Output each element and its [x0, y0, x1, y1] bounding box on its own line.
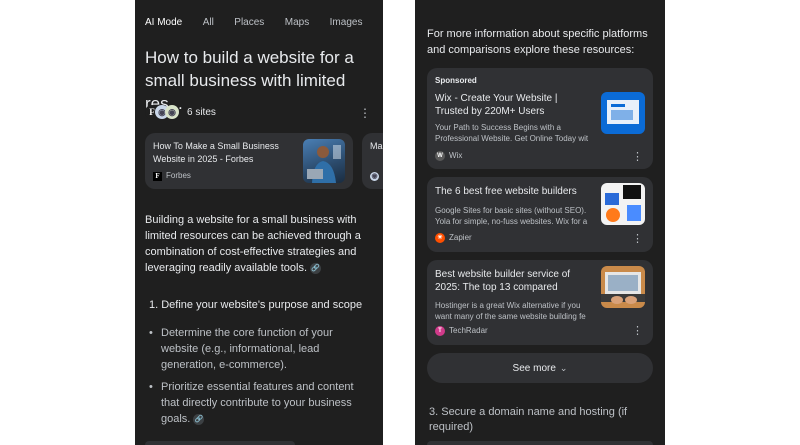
kebab-icon[interactable]: ⋮ — [632, 324, 643, 337]
source-name: Zapier — [449, 233, 472, 243]
right-phone-screen: ▬ ▬▬▬ ▬▬▬▬ For more information about sp… — [415, 0, 665, 445]
wix-thumbnail — [601, 92, 645, 134]
builder-logos-image — [605, 185, 641, 222]
scrolled-content-fragment: ▬ ▬▬▬ ▬▬▬▬ — [427, 0, 547, 2]
sponsored-label: Sponsored — [435, 76, 477, 85]
person-laptop-image — [307, 145, 341, 183]
link-icon[interactable]: 🔗 — [310, 262, 322, 274]
step-heading: 3. Secure a domain name and hosting (if … — [429, 406, 628, 433]
search-tabs: AI Mode All Places Maps Images Pe — [145, 12, 383, 30]
kebab-icon[interactable]: ⋮ — [359, 107, 371, 119]
result-source: T TechRadar — [435, 326, 488, 336]
bullet-item: Determine the core function of your webs… — [149, 325, 369, 373]
tab-all[interactable]: All — [203, 17, 214, 28]
source-card-source: F Forbes — [153, 171, 191, 181]
result-title[interactable]: The 6 best free website builders — [435, 185, 593, 198]
forbes-logo-icon: F — [153, 172, 162, 181]
site-favicon-icon: ◉ — [165, 105, 179, 119]
bullet-text: Prioritize essential features and conten… — [161, 381, 354, 425]
left-phone-screen: AI Mode All Places Maps Images Pe How to… — [135, 0, 383, 445]
zapier-logo-icon: ✳ — [435, 233, 445, 243]
wix-logo-icon: W — [435, 151, 445, 161]
result-source: W Wix — [435, 151, 462, 161]
source-name: Forbes — [166, 171, 191, 180]
source-card-next[interactable]: Ma for ◉ — [362, 133, 383, 189]
techradar-thumbnail — [601, 266, 645, 308]
kebab-icon[interactable]: ⋮ — [632, 232, 643, 245]
step-heading: 1. Define your website's purpose and sco… — [149, 299, 363, 311]
answer-text: Building a website for a small business … — [145, 214, 361, 274]
wix-editor-image — [607, 100, 639, 124]
next-card-edge — [427, 441, 653, 445]
source-card-title: Ma for — [370, 141, 383, 151]
tab-places[interactable]: Places — [234, 17, 264, 28]
tab-maps[interactable]: Maps — [285, 17, 309, 28]
next-card-edge — [145, 441, 295, 445]
see-more-button[interactable]: See more ⌄ — [427, 353, 653, 383]
source-card-thumbnail — [303, 139, 345, 183]
techradar-logo-icon: T — [435, 326, 445, 336]
source-card-title: How To Make a Small Business Website in … — [153, 141, 279, 164]
kebab-icon[interactable]: ⋮ — [632, 150, 643, 163]
resources-intro: For more information about specific plat… — [427, 28, 648, 56]
source-name: Wix — [449, 151, 463, 161]
answer-paragraph: Building a website for a small business … — [145, 212, 371, 276]
result-source: ✳ Zapier — [435, 233, 472, 243]
result-card-wix[interactable]: Sponsored Wix - Create Your Website | Tr… — [427, 68, 653, 169]
source-card-forbes[interactable]: How To Make a Small Business Website in … — [145, 133, 353, 189]
site-favicons: F ◉ ◉ — [145, 105, 183, 121]
chevron-down-icon: ⌄ — [559, 363, 568, 373]
bullet-item: Prioritize essential features and conten… — [149, 379, 369, 427]
source-name: TechRadar — [449, 326, 488, 336]
result-title[interactable]: Wix - Create Your Website | Trusted by 2… — [435, 92, 593, 118]
link-icon[interactable]: 🔗 — [193, 413, 205, 425]
step-bullets: Determine the core function of your webs… — [149, 325, 369, 433]
result-description: Google Sites for basic sites (without SE… — [435, 206, 588, 226]
result-card-zapier[interactable]: The 6 best free website builders Google … — [427, 177, 653, 252]
see-more-label: See more — [512, 363, 556, 374]
result-description: Hostinger is a great Wix alternative if … — [435, 301, 586, 321]
site-favicon-icon: ◉ — [370, 172, 379, 181]
sites-count: 6 sites — [187, 107, 216, 118]
tab-images[interactable]: Images — [330, 17, 363, 28]
bullet-text: Determine the core function of your webs… — [161, 327, 333, 371]
tab-ai-mode[interactable]: AI Mode — [145, 17, 182, 28]
result-card-techradar[interactable]: Best website builder service of 2025: Th… — [427, 260, 653, 345]
zapier-thumbnail — [601, 183, 645, 225]
laptop-typing-image — [601, 272, 645, 304]
result-description: Your Path to Success Begins with a Profe… — [435, 123, 589, 143]
result-title[interactable]: Best website builder service of 2025: Th… — [435, 268, 593, 294]
sources-row[interactable]: F ◉ ◉ 6 sites ⋮ — [145, 103, 375, 123]
